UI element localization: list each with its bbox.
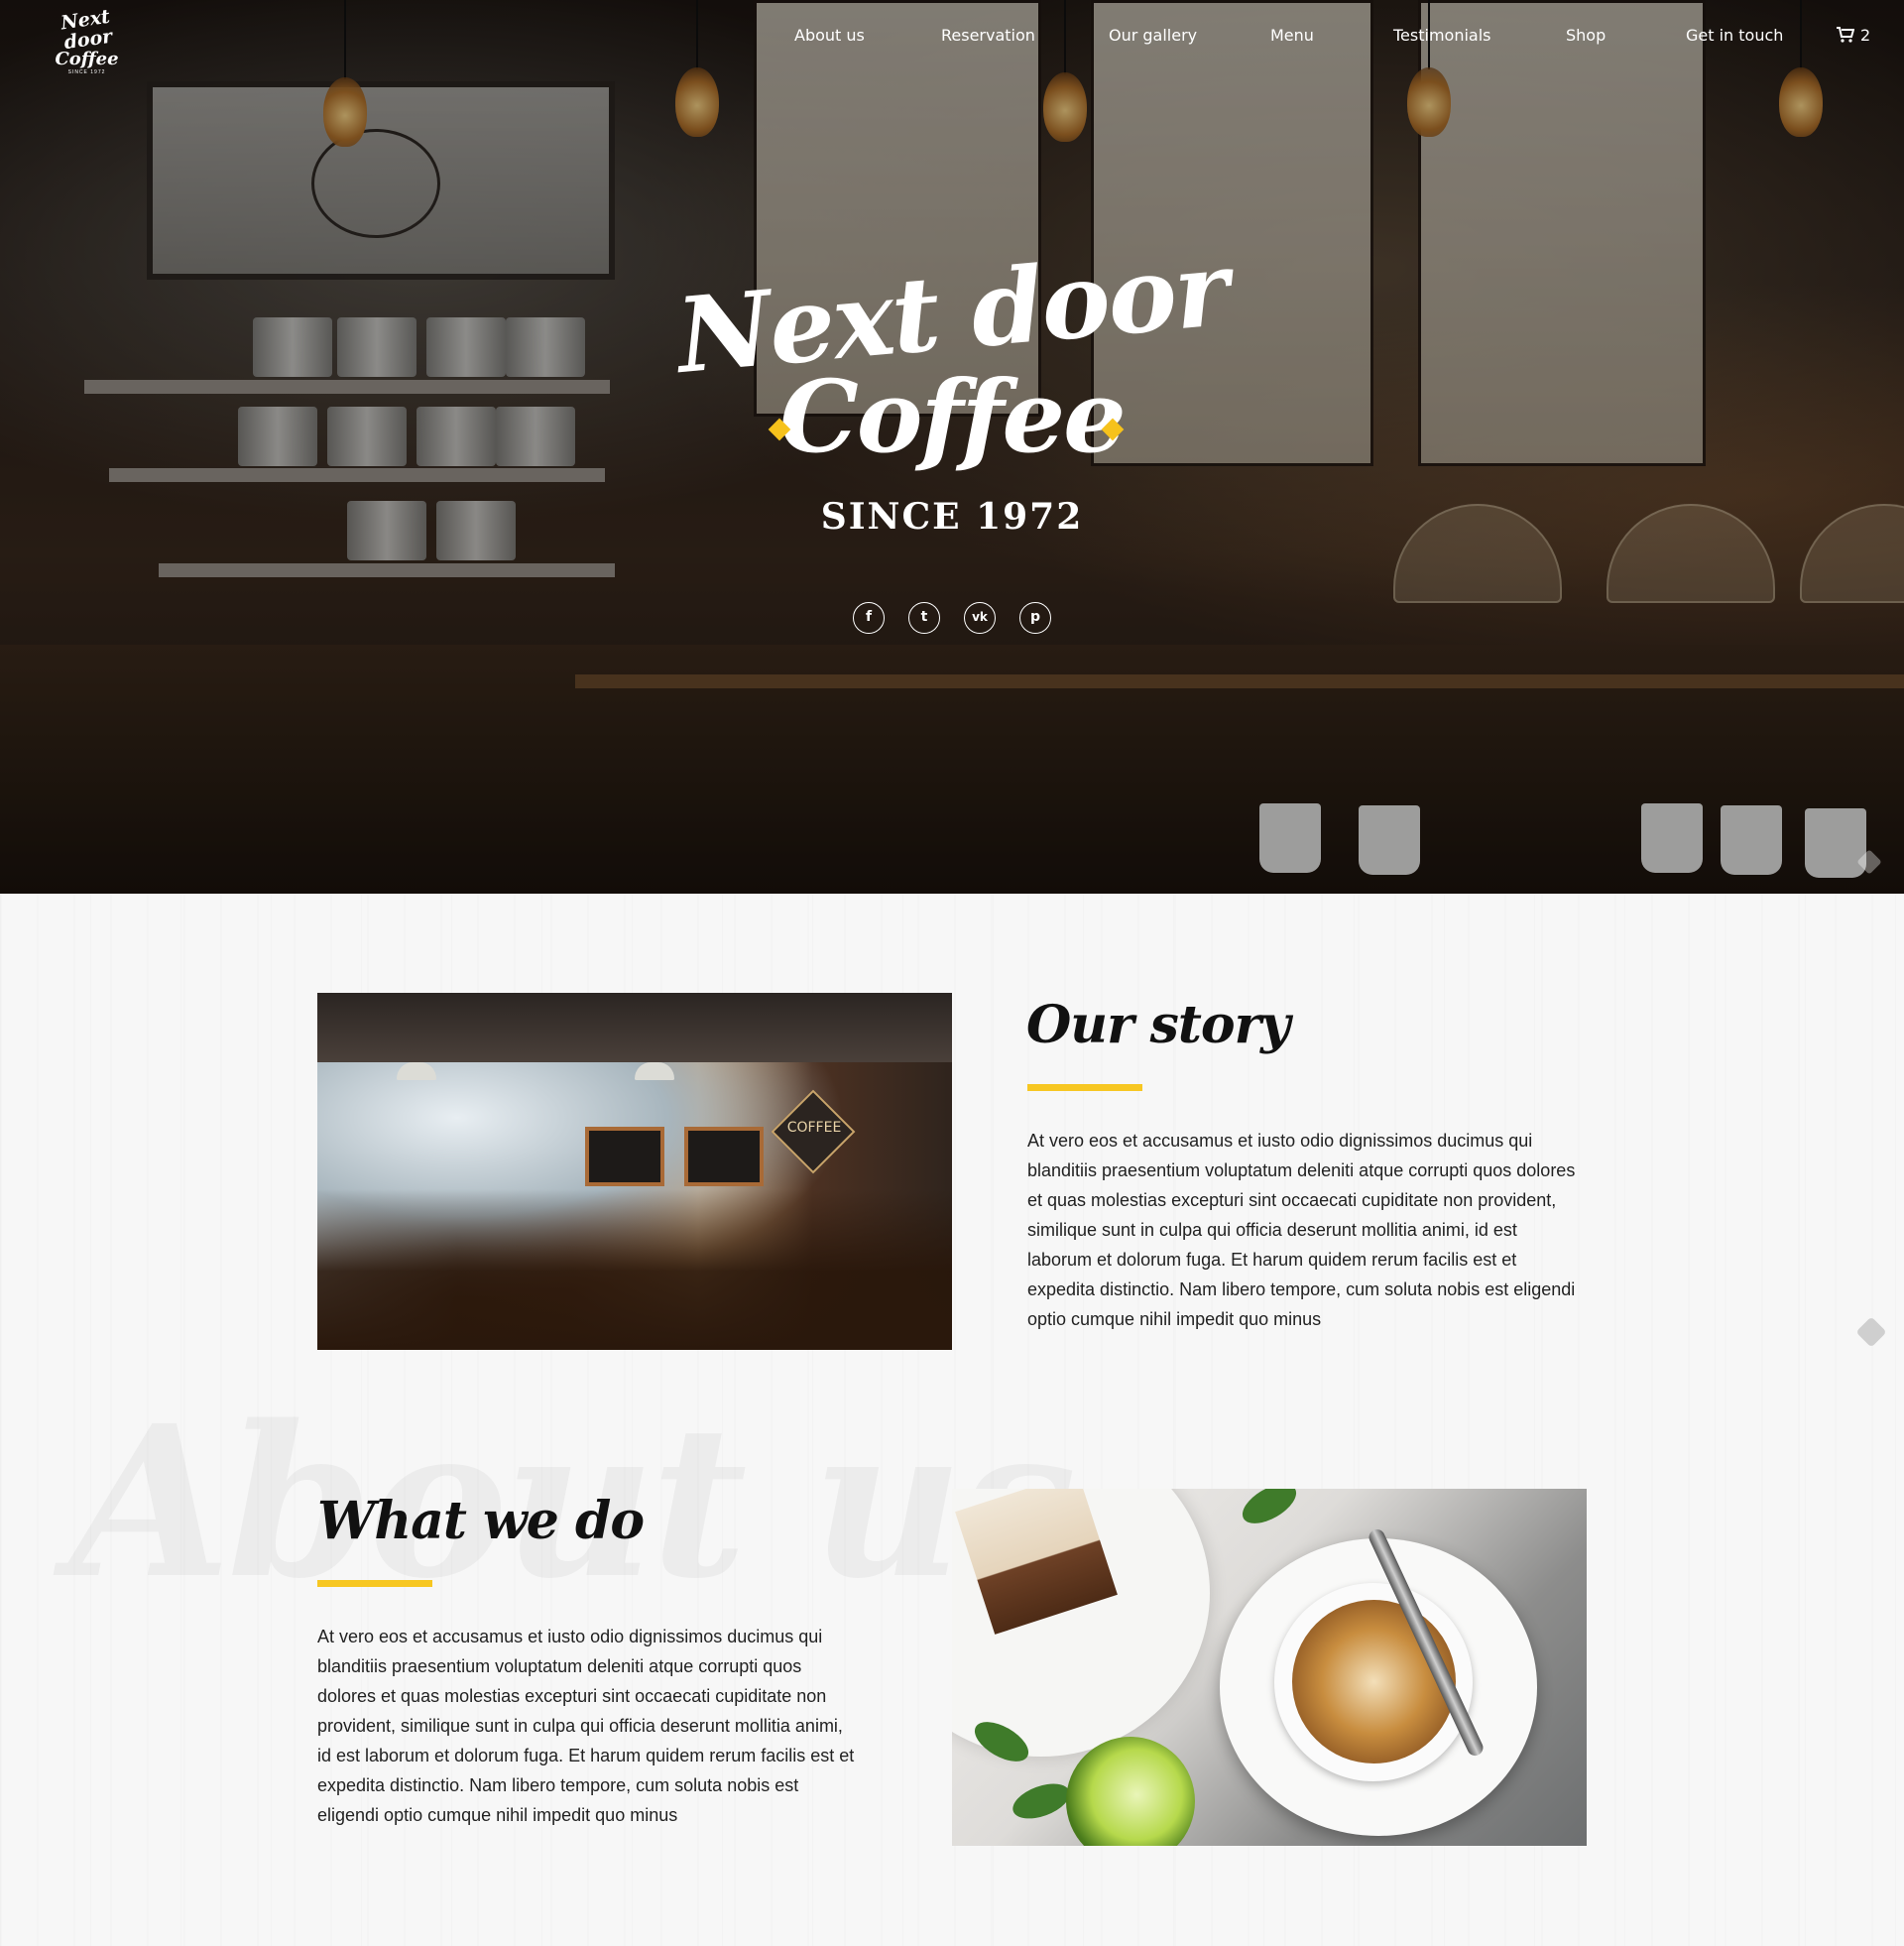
cart-icon — [1837, 27, 1855, 43]
pinterest-icon[interactable]: p — [1019, 602, 1051, 634]
what-we-do-heading: What we do — [317, 1491, 645, 1551]
cart-button[interactable]: 2 — [1837, 26, 1870, 45]
nav-item-get-in-touch[interactable]: Get in touch — [1686, 26, 1783, 45]
social-links: f t vk p — [853, 602, 1051, 636]
heading-underline — [317, 1580, 432, 1587]
nav-item-about-us[interactable]: About us — [794, 26, 865, 45]
our-story-text: At vero eos et accusamus et iusto odio d… — [1027, 1131, 1576, 1329]
logo-since: SINCE 1972 — [67, 69, 106, 75]
nav-item-menu[interactable]: Menu — [1270, 26, 1314, 45]
photo-coffee-sign: COFFEE — [786, 1120, 842, 1136]
hero-logo: Next door Coffee SINCE 1972 — [654, 227, 1250, 560]
hero-title-line2: Coffee — [779, 358, 1127, 475]
vk-icon[interactable]: vk — [964, 602, 996, 634]
hero-since: SINCE 1972 — [820, 496, 1084, 538]
nav-item-testimonials[interactable]: Testimonials — [1393, 26, 1491, 45]
our-story-heading: Our story — [1026, 995, 1290, 1055]
twitter-icon[interactable]: t — [908, 602, 940, 634]
cart-count: 2 — [1860, 26, 1871, 45]
hero-section: Next door Coffee SINCE 1972 About us Res… — [0, 0, 1904, 894]
nav-item-shop[interactable]: Shop — [1566, 26, 1606, 45]
main-nav: About us Reservation Our gallery Menu Te… — [0, 26, 1904, 50]
nav-item-our-gallery[interactable]: Our gallery — [1109, 26, 1197, 45]
what-we-do-text: At vero eos et accusamus et iusto odio d… — [317, 1627, 855, 1825]
cafe-interior-photo: COFFEE — [317, 993, 952, 1350]
nav-item-reservation[interactable]: Reservation — [941, 26, 1035, 45]
facebook-icon[interactable]: f — [853, 602, 885, 634]
heading-underline — [1027, 1084, 1142, 1091]
latte-art-photo — [952, 1489, 1587, 1846]
